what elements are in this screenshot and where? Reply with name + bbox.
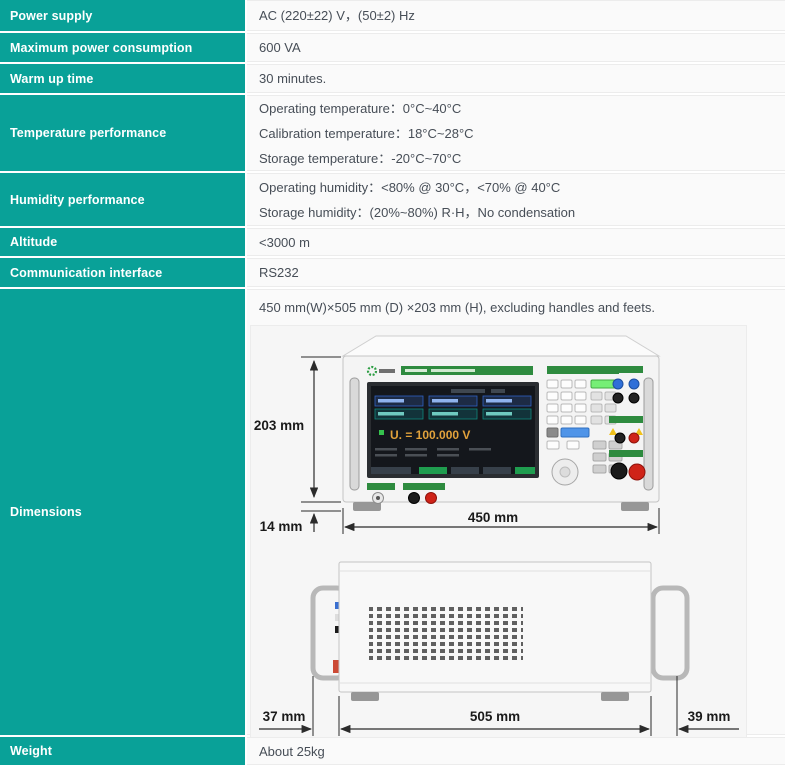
vent-grille bbox=[369, 606, 523, 663]
spec-value: Storage humidity：(20%~80%) R·H，No conden… bbox=[259, 200, 785, 225]
right-handle bbox=[653, 588, 687, 678]
status-led bbox=[379, 430, 384, 435]
spec-label: Maximum power consumption bbox=[0, 33, 245, 62]
spec-row-temperature: Temperature performance Operating temper… bbox=[0, 95, 785, 171]
foot bbox=[621, 502, 649, 511]
spec-row-altitude: Altitude <3000 m bbox=[0, 228, 785, 256]
spec-row-humidity: Humidity performance Operating humidity：… bbox=[0, 173, 785, 226]
spec-value: 30 minutes. bbox=[259, 66, 785, 91]
spec-value: <3000 m bbox=[259, 230, 785, 255]
red-jack bbox=[426, 493, 437, 504]
spec-row-max-power: Maximum power consumption 600 VA bbox=[0, 33, 785, 62]
spec-value: Storage temperature：-20°C~70°C bbox=[259, 146, 785, 171]
spec-label: Warm up time bbox=[0, 64, 245, 93]
dimension-label-height: 203 mm bbox=[254, 418, 304, 433]
spec-value: Calibration temperature：18°C~28°C bbox=[259, 121, 785, 146]
black-jack bbox=[613, 393, 623, 403]
spec-value: Operating humidity：<80% @ 30°C，<70% @ 40… bbox=[259, 175, 785, 200]
spec-table: Power supply AC (220±22) V，(50±2) Hz Max… bbox=[0, 0, 785, 765]
spec-row-power-supply: Power supply AC (220±22) V，(50±2) Hz bbox=[0, 0, 785, 31]
display-screen: U. = 100.000 V bbox=[367, 382, 539, 478]
spec-label: Temperature performance bbox=[0, 95, 245, 171]
foot bbox=[351, 692, 379, 701]
dimension-label-front-offset: 37 mm bbox=[263, 709, 306, 724]
spec-row-dimensions: Dimensions 450 mm(W)×505 mm (D) ×203 mm … bbox=[0, 289, 785, 735]
red-binding-post bbox=[629, 464, 645, 480]
dimension-figure: U. = 100.000 V bbox=[250, 325, 747, 743]
spec-label: Humidity performance bbox=[0, 173, 245, 226]
black-jack bbox=[615, 433, 625, 443]
dimension-label-foot: 14 mm bbox=[260, 519, 303, 534]
spec-value: About 25kg bbox=[259, 739, 785, 764]
dimension-label-rear-offset: 39 mm bbox=[688, 709, 731, 724]
dimension-label-width: 450 mm bbox=[468, 510, 518, 525]
spec-row-communication: Communication interface RS232 bbox=[0, 258, 785, 287]
spec-value: 600 VA bbox=[259, 35, 785, 60]
spec-label: Power supply bbox=[0, 0, 245, 31]
black-jack bbox=[409, 493, 420, 504]
spec-value: AC (220±22) V，(50±2) Hz bbox=[259, 3, 785, 28]
spec-value: Operating temperature：0°C~40°C bbox=[259, 96, 785, 121]
model-title-bar bbox=[401, 366, 533, 375]
enter-key bbox=[561, 428, 589, 437]
spec-row-weight: Weight About 25kg bbox=[0, 737, 785, 765]
device-side-view: 37 mm 505 mm 39 mm bbox=[251, 544, 748, 742]
spec-label: Communication interface bbox=[0, 258, 245, 287]
black-binding-post bbox=[611, 463, 627, 479]
device-front-view: U. = 100.000 V bbox=[251, 326, 748, 538]
spec-label: Altitude bbox=[0, 228, 245, 256]
spec-label: Weight bbox=[0, 737, 245, 765]
blue-jack bbox=[629, 379, 639, 389]
spec-row-warm-up: Warm up time 30 minutes. bbox=[0, 64, 785, 93]
chassis-side bbox=[313, 562, 687, 701]
black-jack bbox=[629, 393, 639, 403]
spec-label: Dimensions bbox=[0, 289, 245, 735]
left-handle bbox=[350, 378, 359, 490]
spec-value: RS232 bbox=[259, 260, 785, 285]
spec-value: 450 mm(W)×505 mm (D) ×203 mm (H), exclud… bbox=[259, 299, 785, 317]
screen-reading: U. = 100.000 V bbox=[390, 428, 470, 442]
blue-jack bbox=[613, 379, 623, 389]
green-key bbox=[591, 380, 616, 388]
foot bbox=[601, 692, 629, 701]
red-jack bbox=[629, 433, 639, 443]
dimension-label-depth: 505 mm bbox=[470, 709, 520, 724]
